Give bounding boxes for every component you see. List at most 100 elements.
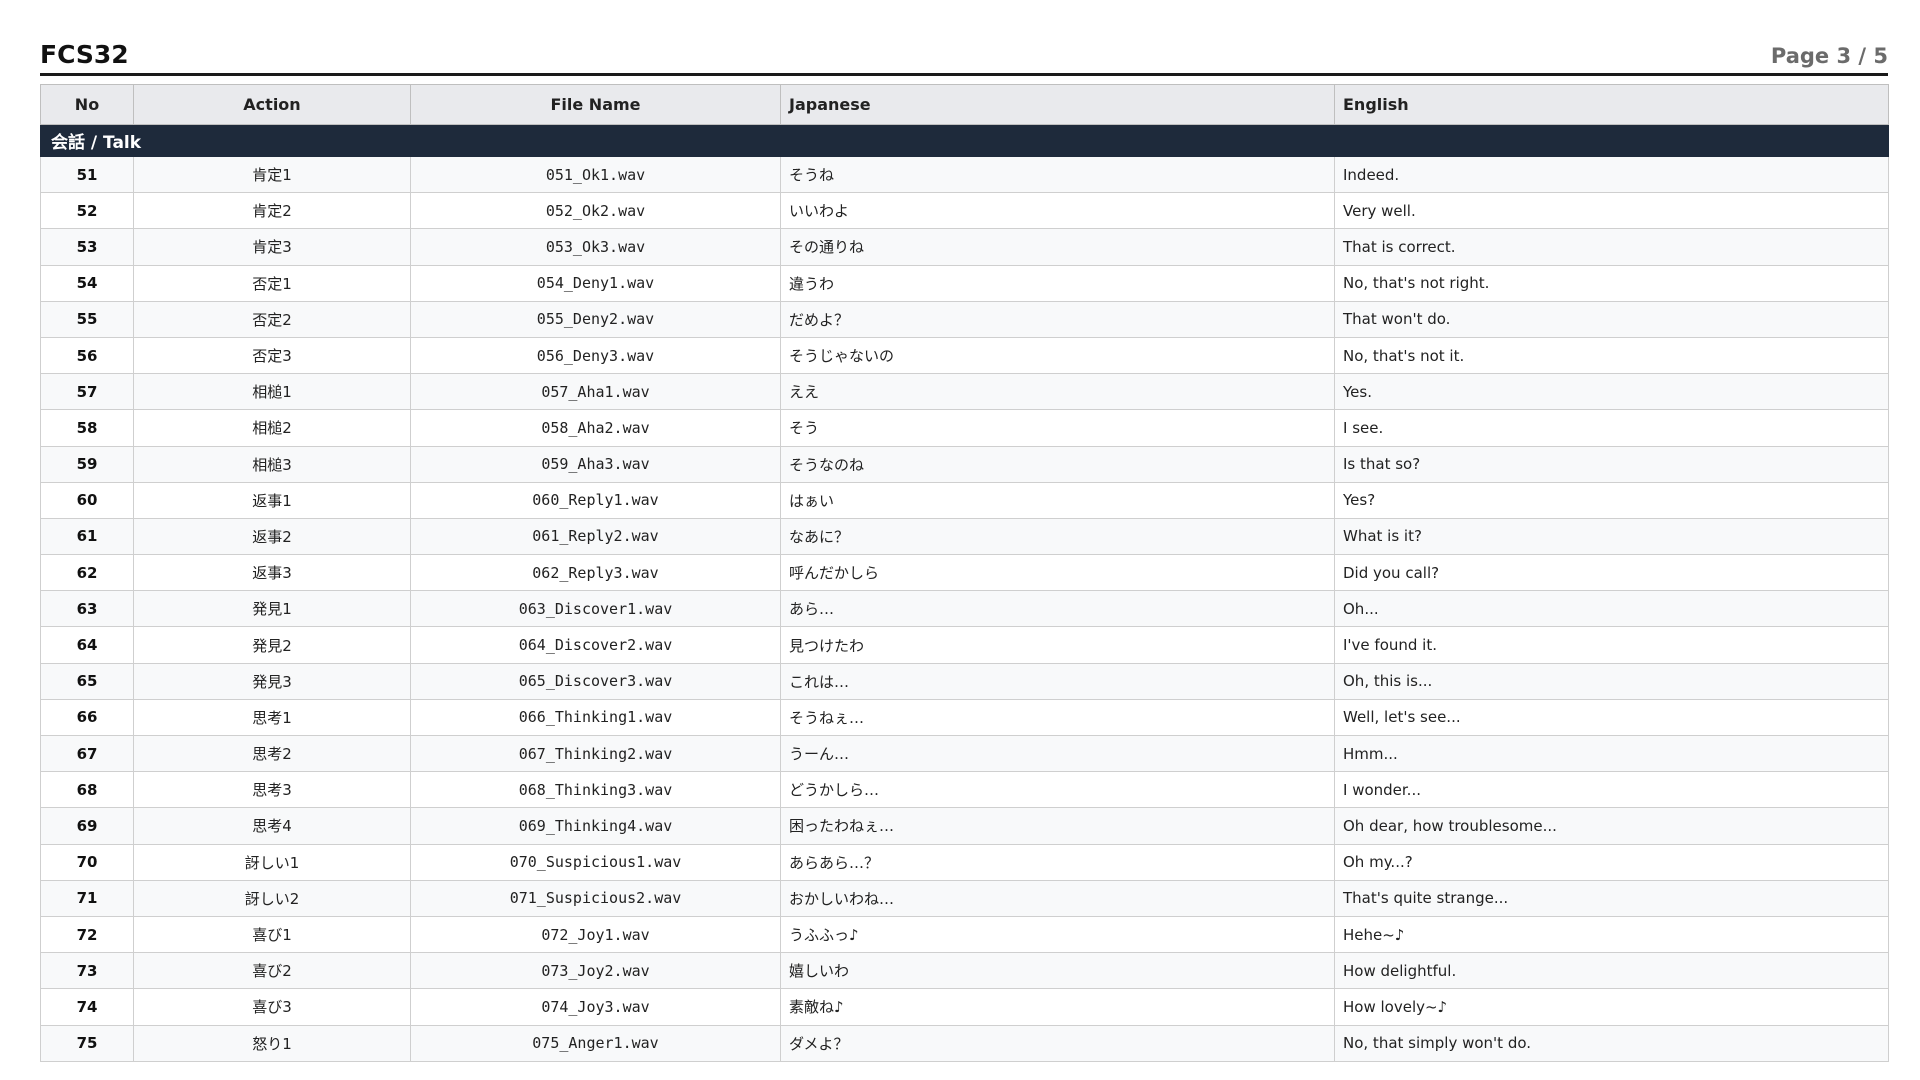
cell-english: Well, let's see...: [1334, 698, 1889, 737]
cell-english: Yes?: [1334, 481, 1889, 519]
cell-japanese: これは…: [780, 662, 1335, 700]
table-row: 63 発見1 063_Discover1.wav あら… Oh...: [40, 590, 1889, 628]
cell-english: How delightful.: [1334, 952, 1889, 990]
cell-no: 60: [40, 481, 134, 519]
cell-no: 53: [40, 228, 134, 266]
cell-english: Oh dear, how troublesome...: [1334, 807, 1889, 845]
cell-japanese: そうねぇ…: [780, 698, 1335, 737]
table-row: 73 喜び2 073_Joy2.wav 嬉しいわ How delightful.: [40, 952, 1889, 990]
cell-no: 75: [40, 1024, 134, 1062]
cell-japanese: なあに？: [780, 517, 1335, 556]
cell-japanese: 違うわ: [780, 264, 1335, 302]
cell-english: Indeed.: [1334, 155, 1889, 194]
cell-file-name: 051_Ok1.wav: [410, 155, 781, 194]
table-row: 62 返事3 062_Reply3.wav 呼んだかしら Did you call?: [40, 554, 1889, 592]
cell-file-name: 069_Thinking4.wav: [410, 807, 781, 845]
cell-no: 62: [40, 554, 134, 592]
cell-no: 63: [40, 590, 134, 628]
cell-file-name: 071_Suspicious2.wav: [410, 879, 781, 917]
cell-english: Hmm...: [1334, 734, 1889, 773]
cell-english: Hehe~♪: [1334, 915, 1889, 954]
cell-file-name: 066_Thinking1.wav: [410, 698, 781, 737]
cell-english: No, that's not right.: [1334, 264, 1889, 302]
cell-file-name: 064_Discover2.wav: [410, 626, 781, 664]
cell-japanese: おかしいわね…: [780, 879, 1335, 917]
cell-english: Yes.: [1334, 373, 1889, 411]
table-row: 52 肯定2 052_Ok2.wav いいわよ Very well.: [40, 192, 1889, 230]
cell-file-name: 057_Aha1.wav: [410, 373, 781, 411]
cell-action: 相槌1: [133, 373, 411, 411]
table-row: 61 返事2 061_Reply2.wav なあに？ What is it?: [40, 517, 1889, 556]
cell-english: How lovely~♪: [1334, 988, 1889, 1026]
table-row: 70 訝しい1 070_Suspicious1.wav あらあら…？ Oh my...?: [40, 843, 1889, 881]
cell-japanese: いいわよ: [780, 192, 1335, 230]
cell-file-name: 052_Ok2.wav: [410, 192, 781, 230]
cell-japanese: そう: [780, 409, 1335, 447]
cell-english: No, that's not it.: [1334, 336, 1889, 375]
cell-no: 69: [40, 807, 134, 845]
table-row: 65 発見3 065_Discover3.wav これは… Oh, this is...: [40, 662, 1889, 700]
cell-no: 68: [40, 771, 134, 809]
cell-action: 思考1: [133, 698, 411, 737]
cell-file-name: 072_Joy1.wav: [410, 915, 781, 954]
cell-japanese: うーん…: [780, 734, 1335, 773]
cell-japanese: ダメよ？: [780, 1024, 1335, 1062]
table-row: 64 発見2 064_Discover2.wav 見つけたわ I've found it…: [40, 626, 1889, 664]
cell-no: 61: [40, 517, 134, 556]
cell-file-name: 053_Ok3.wav: [410, 228, 781, 266]
page-number: Page 3 / 5: [1770, 44, 1888, 68]
cell-japanese: うふふっ♪: [780, 915, 1335, 954]
cell-english: Is that so?: [1334, 445, 1889, 483]
cell-action: 返事2: [133, 517, 411, 556]
cell-file-name: 061_Reply2.wav: [410, 517, 781, 556]
cell-no: 57: [40, 373, 134, 411]
cell-file-name: 060_Reply1.wav: [410, 481, 781, 519]
cell-action: 肯定1: [133, 155, 411, 194]
cell-file-name: 067_Thinking2.wav: [410, 734, 781, 773]
cell-action: 否定3: [133, 336, 411, 375]
cell-japanese: あら…: [780, 590, 1335, 628]
cell-file-name: 059_Aha3.wav: [410, 445, 781, 483]
cell-english: Oh...: [1334, 590, 1889, 628]
cell-file-name: 070_Suspicious1.wav: [410, 843, 781, 881]
cell-action: 否定2: [133, 300, 411, 338]
cell-japanese: どうかしら…: [780, 771, 1335, 809]
cell-no: 70: [40, 843, 134, 881]
column-header-file-name: File Name: [410, 84, 781, 125]
table-row: 67 思考2 067_Thinking2.wav うーん… Hmm...: [40, 734, 1889, 773]
cell-japanese: 嬉しいわ: [780, 952, 1335, 990]
column-header-no: No: [40, 84, 134, 125]
column-header-english: English: [1334, 84, 1889, 125]
cell-japanese: 呼んだかしら: [780, 554, 1335, 592]
voice-list-table: No Action File Name Japanese English 会話 …: [40, 84, 1889, 1062]
cell-no: 56: [40, 336, 134, 375]
cell-japanese: その通りね: [780, 228, 1335, 266]
cell-english: I've found it.: [1334, 626, 1889, 664]
cell-english: Oh, this is...: [1334, 662, 1889, 700]
cell-file-name: 056_Deny3.wav: [410, 336, 781, 375]
cell-action: 肯定2: [133, 192, 411, 230]
cell-japanese: そうなのね: [780, 445, 1335, 483]
cell-action: 喜び1: [133, 915, 411, 954]
cell-no: 54: [40, 264, 134, 302]
cell-english: Oh my...?: [1334, 843, 1889, 881]
cell-no: 66: [40, 698, 134, 737]
cell-no: 52: [40, 192, 134, 230]
cell-no: 73: [40, 952, 134, 990]
table-row: 57 相槌1 057_Aha1.wav ええ Yes.: [40, 373, 1889, 411]
cell-file-name: 055_Deny2.wav: [410, 300, 781, 338]
cell-action: 思考3: [133, 771, 411, 809]
page-header: FCS32 Page 3 / 5: [40, 36, 1888, 76]
table-row: 58 相槌2 058_Aha2.wav そう I see.: [40, 409, 1889, 447]
cell-japanese: 見つけたわ: [780, 626, 1335, 664]
table-row: 68 思考3 068_Thinking3.wav どうかしら… I wonder...: [40, 771, 1889, 809]
cell-action: 訝しい1: [133, 843, 411, 881]
cell-no: 51: [40, 155, 134, 194]
cell-no: 71: [40, 879, 134, 917]
table-header-row: No Action File Name Japanese English: [40, 84, 1889, 125]
cell-japanese: 素敵ね♪: [780, 988, 1335, 1026]
cell-english: That won't do.: [1334, 300, 1889, 338]
cell-english: I wonder...: [1334, 771, 1889, 809]
column-header-japanese: Japanese: [780, 84, 1335, 125]
document-page: FCS32 Page 3 / 5 No Action File Name Jap…: [40, 36, 1889, 1062]
